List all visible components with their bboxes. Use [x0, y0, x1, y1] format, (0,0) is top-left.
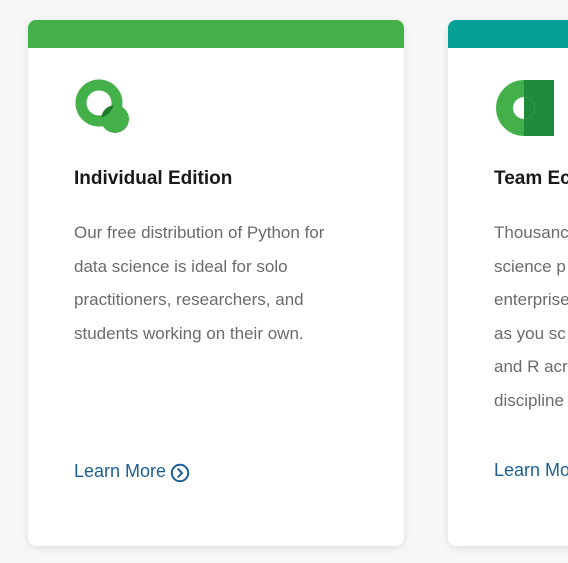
product-cards-section: Individual Edition Our free distribution… [0, 0, 568, 563]
description-line: data science is ideal for solo [74, 256, 288, 276]
anaconda-team-logo-icon [496, 80, 554, 136]
anaconda-q-logo-icon [75, 79, 129, 133]
individual-edition-card: Individual Edition Our free distribution… [28, 20, 404, 546]
learn-more-label: Learn More [74, 461, 167, 481]
description-line: enterprise [494, 290, 568, 309]
card-title: Individual Edition [74, 168, 233, 189]
card-accent-bar [28, 20, 404, 48]
description-line: science p [494, 256, 566, 276]
learn-more-label: Learn Mo [494, 460, 568, 480]
card-description: Thousanc science p enterprise as you sc … [494, 216, 568, 417]
learn-more-link[interactable]: Learn Mo [494, 460, 568, 481]
description-line: and R acr [494, 357, 568, 376]
description-line: as you sc [494, 323, 566, 343]
chevron-right-circle-icon [170, 463, 190, 483]
card-title: Team Ec [494, 168, 568, 189]
learn-more-link[interactable]: Learn More [74, 460, 190, 483]
card-description: Our free distribution of Python for data… [74, 216, 374, 350]
description-line: discipline [494, 390, 564, 410]
description-line: students working on their own. [74, 323, 304, 343]
card-accent-bar [448, 20, 568, 48]
description-line: practitioners, researchers, and [74, 290, 304, 309]
description-line: Our free distribution of Python for [74, 223, 325, 242]
description-line: Thousanc [494, 223, 568, 242]
team-edition-card: Team Ec Thousanc science p enterprise as… [448, 20, 568, 546]
